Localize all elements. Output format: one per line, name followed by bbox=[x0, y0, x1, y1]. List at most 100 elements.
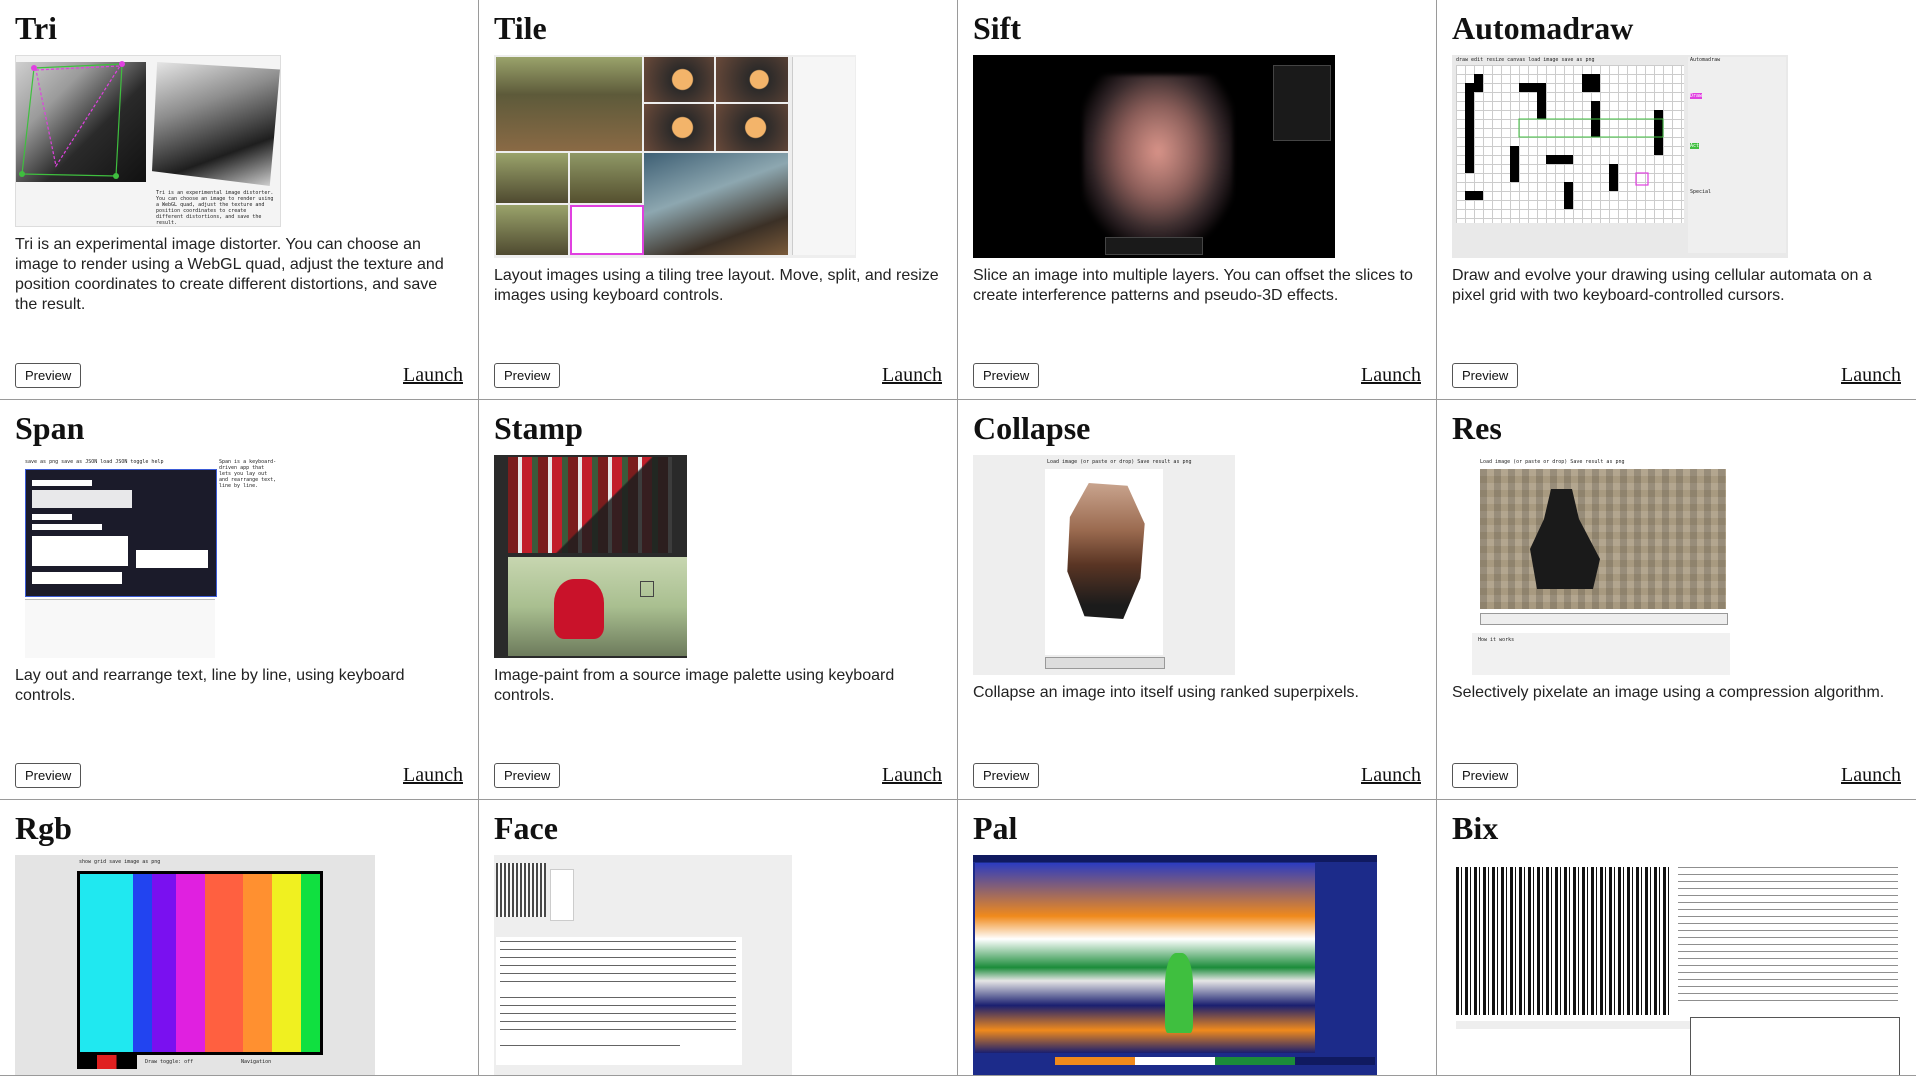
automadraw-special-label: Special bbox=[1690, 189, 1712, 195]
launch-link[interactable]: Launch bbox=[882, 364, 942, 387]
app-description: Collapse an image into itself using rank… bbox=[973, 684, 1359, 701]
automadraw-side-panel: Automadraw Draw Act Special bbox=[1688, 57, 1786, 253]
app-card-tri: Tri Tri is an experimental image distort… bbox=[0, 0, 479, 400]
bix-status-bar bbox=[1456, 1021, 1696, 1029]
tri-result-image bbox=[152, 62, 280, 186]
tile-forest-small-1 bbox=[496, 153, 568, 203]
launch-link[interactable]: Launch bbox=[403, 364, 463, 387]
app-thumbnail bbox=[1452, 855, 1904, 1075]
launch-link[interactable]: Launch bbox=[1361, 364, 1421, 387]
span-editor bbox=[25, 469, 217, 597]
rgb-show-grid[interactable]: show grid bbox=[79, 859, 106, 865]
app-actions: Preview Launch bbox=[1452, 361, 1901, 389]
bix-text-column bbox=[1678, 867, 1898, 1007]
face-glyph-sheet bbox=[496, 863, 546, 917]
app-thumbnail: draw edit resize canvas load image save … bbox=[1452, 55, 1788, 258]
app-card-automadraw: Automadraw draw edit resize canvas load … bbox=[1437, 0, 1916, 400]
preview-button[interactable]: Preview bbox=[15, 362, 82, 388]
app-actions: Preview Launch bbox=[494, 761, 942, 789]
app-card-collapse: Collapse Load image (or paste or drop) S… bbox=[958, 400, 1437, 800]
app-thumbnail: Load image (or paste or drop) Save resul… bbox=[973, 455, 1235, 675]
span-help: Span is a keyboard-driven app that lets … bbox=[219, 459, 277, 489]
preview-button[interactable]: Preview bbox=[1452, 762, 1519, 788]
app-thumbnail: save as png save as JSON load JSON toggl… bbox=[15, 455, 279, 658]
app-title: Tri bbox=[15, 10, 58, 46]
pal-posterized-image bbox=[975, 863, 1315, 1053]
app-title: Span bbox=[15, 410, 85, 446]
tile-moon-4 bbox=[716, 104, 788, 151]
tile-forest-small-3 bbox=[496, 205, 568, 255]
stamp-diagonal bbox=[508, 457, 672, 553]
tile-sea bbox=[644, 153, 788, 255]
app-title: Rgb bbox=[15, 810, 72, 846]
app-card-rgb: Rgb show grid save image as png Draw tog… bbox=[0, 800, 479, 1076]
res-slider[interactable] bbox=[1480, 613, 1728, 625]
app-thumbnail bbox=[494, 855, 792, 1075]
app-description: Lay out and rearrange text, line by line… bbox=[15, 667, 405, 704]
app-actions: Preview Launch bbox=[1452, 761, 1901, 789]
pal-toolbar bbox=[973, 855, 1377, 862]
launch-link[interactable]: Launch bbox=[882, 764, 942, 787]
span-toolbar: save as png save as JSON load JSON toggl… bbox=[25, 459, 164, 465]
app-actions: Preview Launch bbox=[15, 761, 463, 789]
app-title: Res bbox=[1452, 410, 1502, 446]
app-title: Sift bbox=[973, 10, 1021, 46]
app-description: Draw and evolve your drawing using cellu… bbox=[1452, 267, 1872, 304]
collapse-slider[interactable] bbox=[1045, 657, 1165, 669]
tri-quad-overlay bbox=[19, 61, 125, 179]
app-card-pal: Pal bbox=[958, 800, 1437, 1076]
app-thumbnail bbox=[973, 855, 1377, 1075]
tile-help-panel bbox=[792, 57, 855, 255]
res-info-panel: How it works bbox=[1472, 633, 1730, 675]
preview-button[interactable]: Preview bbox=[1452, 362, 1519, 388]
tile-moon-1 bbox=[644, 57, 714, 102]
preview-button[interactable]: Preview bbox=[15, 762, 82, 788]
app-title: Pal bbox=[973, 810, 1018, 846]
rgb-navigation: Navigation bbox=[241, 1059, 272, 1065]
span-text-list bbox=[25, 599, 215, 658]
app-card-stamp: Stamp Image-paint from a source image pa… bbox=[479, 400, 958, 800]
pal-palette-strip bbox=[975, 1057, 1375, 1065]
automadraw-panel-title: Automadraw bbox=[1690, 57, 1721, 63]
tile-forest-large bbox=[496, 57, 642, 151]
preview-button[interactable]: Preview bbox=[973, 762, 1040, 788]
app-actions: Preview Launch bbox=[494, 361, 942, 389]
res-toolbar: Load image (or paste or drop) Save resul… bbox=[1480, 459, 1625, 465]
preview-button[interactable]: Preview bbox=[494, 362, 561, 388]
launch-link[interactable]: Launch bbox=[1841, 364, 1901, 387]
bix-bit-canvas bbox=[1456, 867, 1672, 1015]
stamp-cursor bbox=[640, 581, 654, 597]
app-actions: Preview Launch bbox=[15, 361, 463, 389]
app-actions: Preview Launch bbox=[973, 761, 1421, 789]
automadraw-act-label: Act bbox=[1690, 143, 1700, 149]
launch-link[interactable]: Launch bbox=[1841, 764, 1901, 787]
res-figure bbox=[1530, 489, 1600, 589]
rgb-draw-toggle: Draw toggle: off bbox=[145, 1059, 194, 1065]
app-card-face: Face bbox=[479, 800, 958, 1076]
app-gallery: Tri Tri is an experimental image distort… bbox=[0, 0, 1916, 1076]
face-text-preview bbox=[496, 937, 742, 1065]
tile-moon-2 bbox=[716, 57, 788, 102]
app-description: Layout images using a tiling tree layout… bbox=[494, 267, 939, 304]
app-title: Automadraw bbox=[1452, 10, 1634, 46]
preview-button[interactable]: Preview bbox=[494, 762, 561, 788]
app-thumbnail bbox=[973, 55, 1335, 258]
bix-help-box bbox=[1690, 1017, 1900, 1075]
launch-link[interactable]: Launch bbox=[403, 764, 463, 787]
collapse-canvas bbox=[1045, 469, 1163, 655]
sift-ghost-left bbox=[1093, 80, 1233, 240]
app-card-tile: Tile Layout images using a tiling tree l… bbox=[479, 0, 958, 400]
automadraw-draw-label: Draw bbox=[1690, 93, 1703, 99]
app-card-sift: Sift Slice an image into multiple layers… bbox=[958, 0, 1437, 400]
res-pixelated-image bbox=[1480, 469, 1726, 609]
rgb-save-png[interactable]: save image as png bbox=[109, 859, 160, 865]
app-card-res: Res Load image (or paste or drop) Save r… bbox=[1437, 400, 1916, 800]
app-description: Tri is an experimental image distorter. … bbox=[15, 236, 444, 313]
app-description: Image-paint from a source image palette … bbox=[494, 667, 895, 704]
collapse-superpixel-face bbox=[1067, 483, 1145, 619]
app-thumbnail bbox=[494, 455, 687, 658]
automadraw-toolbar: draw edit resize canvas load image save … bbox=[1456, 57, 1595, 63]
launch-link[interactable]: Launch bbox=[1361, 764, 1421, 787]
preview-button[interactable]: Preview bbox=[973, 362, 1040, 388]
pal-figure bbox=[1165, 953, 1193, 1033]
